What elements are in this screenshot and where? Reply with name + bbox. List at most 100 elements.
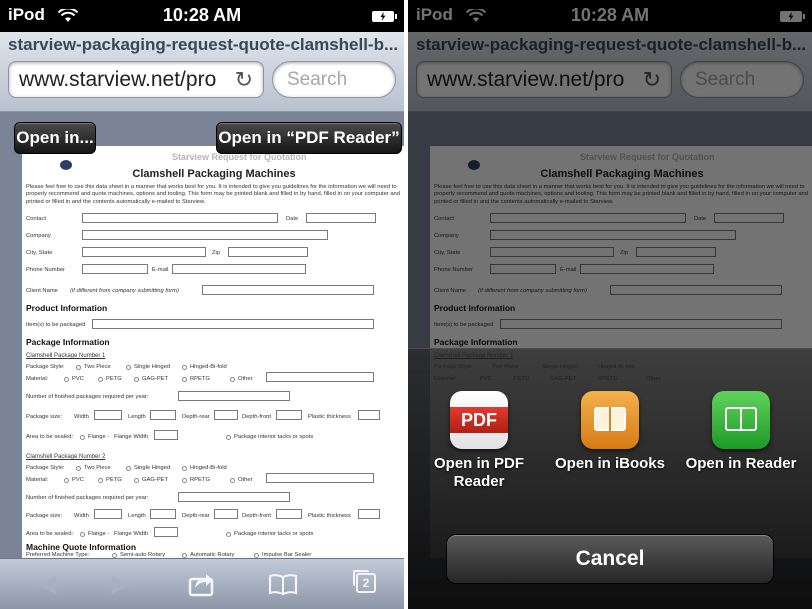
city-field[interactable]: [82, 247, 206, 257]
radio-label: GAG-PET: [142, 376, 169, 382]
field-label-city: City, State: [26, 250, 53, 256]
items-field[interactable]: [92, 319, 374, 329]
radio-hinged-bifold[interactable]: [182, 466, 187, 471]
radio-label: Hinged-Bi-fold: [190, 465, 227, 471]
browser-address-bar: starview-packaging-request-quote-clamshe…: [0, 32, 404, 112]
radio-label: RPETG: [190, 477, 210, 483]
area-sealed-label: Area to be sealed:: [26, 531, 74, 537]
field-label-zip: Zip: [212, 250, 221, 256]
status-time: 10:28 AM: [162, 5, 242, 25]
radio-other[interactable]: [230, 478, 235, 483]
depth-rear-field[interactable]: [214, 410, 238, 420]
flange-width-field[interactable]: [154, 430, 178, 440]
plastic-thickness-field[interactable]: [358, 410, 380, 420]
radio-other[interactable]: [230, 377, 235, 382]
open-in-reader-app[interactable]: Open in Reader: [682, 391, 800, 473]
length-field[interactable]: [150, 410, 176, 420]
radio-label: PVC: [72, 477, 84, 483]
flange-width-field[interactable]: [154, 527, 178, 537]
radio-hinged-bifold[interactable]: [182, 365, 187, 370]
other-material-field[interactable]: [266, 372, 374, 382]
radio-pvc[interactable]: [64, 478, 69, 483]
url-field[interactable]: www.starview.net/produ ↻: [8, 61, 264, 98]
radio-petg[interactable]: [98, 478, 103, 483]
width-field[interactable]: [94, 410, 122, 420]
reload-icon[interactable]: ↻: [235, 67, 253, 93]
finished-packages-field[interactable]: [178, 492, 290, 502]
size-label: Depth-front: [242, 414, 271, 420]
bookmarks-icon[interactable]: [266, 569, 300, 599]
radio-label: PVC: [72, 376, 84, 382]
finished-packages-field[interactable]: [178, 391, 290, 401]
radio-rpetg[interactable]: [182, 377, 187, 382]
radio-single-hinged[interactable]: [126, 365, 131, 370]
client-name-field[interactable]: [202, 285, 374, 295]
size-label: Plastic thickness: [308, 414, 351, 420]
search-input[interactable]: Search: [272, 61, 396, 98]
open-in-ibooks-app[interactable]: Open in iBooks: [551, 391, 669, 473]
radio-single-hinged[interactable]: [126, 466, 131, 471]
company-field[interactable]: [82, 230, 328, 240]
pdf-icon-label: PDF: [450, 407, 508, 433]
field-label-phone: Phone Number: [26, 267, 65, 273]
share-icon[interactable]: [184, 569, 218, 599]
radio-label: Flange -: [88, 434, 110, 440]
other-material-field[interactable]: [266, 473, 374, 483]
open-in-button[interactable]: Open in...: [14, 122, 96, 154]
radio-pvc[interactable]: [64, 377, 69, 382]
plastic-thickness-field[interactable]: [358, 509, 380, 519]
cancel-button[interactable]: Cancel: [446, 534, 774, 584]
status-bar: iPod 10:28 AM: [0, 0, 404, 32]
size-label: Depth-rear: [182, 513, 210, 519]
radio-flange[interactable]: [80, 435, 85, 440]
finished-packages-label: Number of finished packages required per…: [26, 394, 149, 400]
radio-two-piece[interactable]: [76, 365, 81, 370]
package-style-label: Package Style:: [26, 364, 65, 370]
pdf-intro: Please feel free to use this data sheet …: [26, 184, 401, 205]
finished-packages-label: Number of finished packages required per…: [26, 495, 149, 501]
radio-interior-tacks[interactable]: [226, 532, 231, 537]
email-field[interactable]: [172, 264, 306, 274]
search-placeholder: Search: [287, 69, 348, 90]
flange-width-label: Flange Width: [114, 531, 149, 537]
radio-label: Single Hinged: [134, 364, 171, 370]
depth-front-field[interactable]: [276, 509, 302, 519]
page-title: starview-packaging-request-quote-clamshe…: [8, 35, 399, 54]
forward-icon[interactable]: ▶: [104, 569, 138, 599]
open-in-pdf-reader-button[interactable]: Open in “PDF Reader”: [216, 122, 402, 154]
radio-gag-pet[interactable]: [134, 478, 139, 483]
package-size-label: Package size:: [26, 513, 63, 519]
bottom-toolbar: ◀ ▶ 2: [0, 558, 404, 609]
zip-field[interactable]: [228, 247, 308, 257]
radio-two-piece[interactable]: [76, 466, 81, 471]
radio-label: Flange -: [88, 531, 110, 537]
material-label: Material:: [26, 376, 49, 382]
phone-screen-left: iPod 10:28 AM starview-packaging-request…: [0, 0, 404, 609]
section-product-info: Product Information: [26, 303, 108, 313]
radio-interior-tacks[interactable]: [226, 435, 231, 440]
pdf-title: Clamshell Packaging Machines: [132, 168, 296, 180]
contact-field[interactable]: [82, 213, 278, 223]
open-in-pdf-reader-app[interactable]: PDF Open in PDF Reader: [420, 391, 538, 491]
size-label: Depth-front: [242, 513, 271, 519]
radio-label: PETG: [106, 477, 122, 483]
tabs-icon[interactable]: 2: [353, 570, 376, 593]
date-field[interactable]: [306, 213, 376, 223]
phone-field[interactable]: [82, 264, 148, 274]
radio-gag-pet[interactable]: [134, 377, 139, 382]
radio-label: Package interior tacks or spots: [234, 434, 314, 440]
back-icon[interactable]: ◀: [30, 569, 64, 599]
radio-label: Package interior tacks or spots: [234, 531, 314, 537]
length-field[interactable]: [150, 509, 176, 519]
radio-petg[interactable]: [98, 377, 103, 382]
width-field[interactable]: [94, 509, 122, 519]
depth-rear-field[interactable]: [214, 509, 238, 519]
radio-label: Hinged-Bi-fold: [190, 364, 227, 370]
action-sheet: PDF Open in PDF Reader Open in iBooks Op…: [408, 348, 812, 609]
document-viewer[interactable]: Starview Request for Quotation Clamshell…: [0, 112, 404, 558]
depth-front-field[interactable]: [276, 410, 302, 420]
radio-rpetg[interactable]: [182, 478, 187, 483]
size-label: Length: [128, 414, 146, 420]
field-label-contact: Contact: [26, 216, 46, 222]
radio-flange[interactable]: [80, 532, 85, 537]
